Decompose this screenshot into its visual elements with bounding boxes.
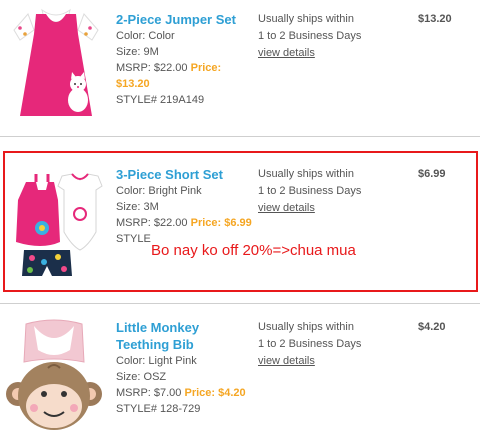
product-size: Size: 9M (116, 46, 159, 58)
item-total: $4.20 (418, 321, 446, 333)
divider (0, 136, 480, 137)
divider (0, 303, 480, 304)
cart-item: 2-Piece Jumper Set Color: Color Size: 9M… (0, 0, 480, 130)
item-total: $13.20 (418, 13, 452, 25)
product-size: Size: OSZ (116, 371, 167, 383)
product-title-line1: Little Monkey (116, 320, 200, 335)
view-details-link[interactable]: view details (258, 353, 361, 370)
shipping-info-line1: Usually ships within (258, 13, 354, 25)
annotation-box (3, 151, 478, 292)
product-style: STYLE# 128-729 (116, 403, 201, 415)
price-label: Price: (184, 387, 216, 399)
shipping-info-line1: Usually ships within (258, 321, 354, 333)
product-price: $4.20 (218, 387, 246, 399)
price-label: Price: (190, 62, 222, 74)
product-title-link[interactable]: Little Monkey Teething Bib (116, 319, 246, 353)
annotation-note: Bo nay ko off 20%=>chua mua (150, 242, 357, 260)
product-title-line2: Teething Bib (116, 337, 194, 352)
product-msrp: MSRP: $22.00 (116, 62, 188, 74)
product-msrp: MSRP: $7.00 (116, 387, 182, 399)
product-price-line: MSRP: $7.00 Price: $4.20 (116, 385, 246, 401)
product-style: STYLE# 219A149 (116, 94, 205, 106)
product-color: Color: Light Pink (116, 355, 197, 367)
product-price-line: MSRP: $22.00 Price: (116, 60, 236, 76)
product-image-jumper-set[interactable] (6, 4, 106, 122)
cart-item: Little Monkey Teething Bib Color: Light … (0, 310, 480, 442)
product-image-monkey-bib[interactable] (4, 316, 104, 436)
view-details-link[interactable]: view details (258, 45, 361, 62)
product-color: Color: Color (116, 30, 175, 42)
shipping-info-line2: 1 to 2 Business Days (258, 338, 362, 350)
shipping-info-line2: 1 to 2 Business Days (258, 30, 362, 42)
product-title-link[interactable]: 2-Piece Jumper Set (116, 11, 236, 28)
product-price: $13.20 (116, 78, 150, 90)
